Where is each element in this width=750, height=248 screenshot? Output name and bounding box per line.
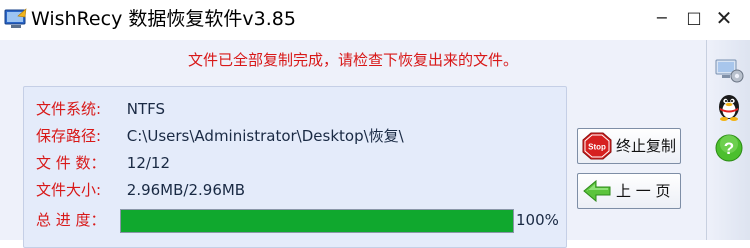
app-icon (4, 8, 27, 28)
file-size-row: 文件大小: 2.96MB/2.96MB (36, 179, 245, 201)
minimize-button[interactable]: − (648, 6, 676, 30)
completion-message: 文件已全部复制完成，请检查下恢复出来的文件。 (187, 51, 518, 69)
close-button[interactable]: ✕ (710, 6, 738, 30)
help-question-icon[interactable]: ? (713, 132, 745, 164)
file-size-value: 2.96MB/2.96MB (126, 181, 246, 199)
info-panel: 文件系统: NTFS 保存路径: C:\Users\Administrator\… (23, 86, 567, 248)
stop-sign-icon: Stop (582, 132, 612, 160)
file-system-value: NTFS (126, 100, 166, 118)
stop-copy-button[interactable]: Stop 终止复制 (577, 128, 681, 164)
progress-label: 总 进 度： (36, 211, 106, 229)
progress-row: 总 进 度： (36, 209, 120, 231)
save-path-value: C:\Users\Administrator\Desktop\恢复\ (126, 127, 404, 145)
progress-percent: 100% (516, 211, 559, 229)
progress-fill (121, 210, 513, 232)
file-count-value: 12/12 (126, 154, 171, 172)
previous-page-label: 上 一 页 (616, 182, 671, 200)
previous-page-button[interactable]: 上 一 页 (577, 173, 681, 209)
computer-gear-icon[interactable] (713, 54, 745, 86)
main-area: 文件已全部复制完成，请检查下恢复出来的文件。 文件系统: NTFS 保存路径: … (0, 40, 706, 248)
svg-text:Stop: Stop (588, 143, 606, 152)
maximize-button[interactable]: □ (680, 6, 708, 30)
save-path-row: 保存路径: C:\Users\Administrator\Desktop\恢复\ (36, 125, 404, 147)
file-system-row: 文件系统: NTFS (36, 98, 165, 120)
file-count-row: 文 件 数： 12/12 (36, 152, 170, 174)
progress-bar (120, 209, 514, 233)
window-title: WishRecy 数据恢复软件v3.85 (31, 8, 296, 30)
stop-copy-label: 终止复制 (616, 137, 677, 155)
right-sidebar: ? (706, 40, 750, 240)
qq-penguin-icon[interactable] (713, 90, 745, 122)
green-left-arrow-icon (583, 179, 611, 203)
svg-text:?: ? (724, 139, 734, 158)
file-count-label: 文 件 数： (36, 154, 106, 172)
save-path-label: 保存路径: (36, 127, 102, 145)
file-size-label: 文件大小: (36, 181, 102, 199)
file-system-label: 文件系统: (36, 100, 102, 118)
title-bar: WishRecy 数据恢复软件v3.85 − □ ✕ (0, 0, 750, 40)
